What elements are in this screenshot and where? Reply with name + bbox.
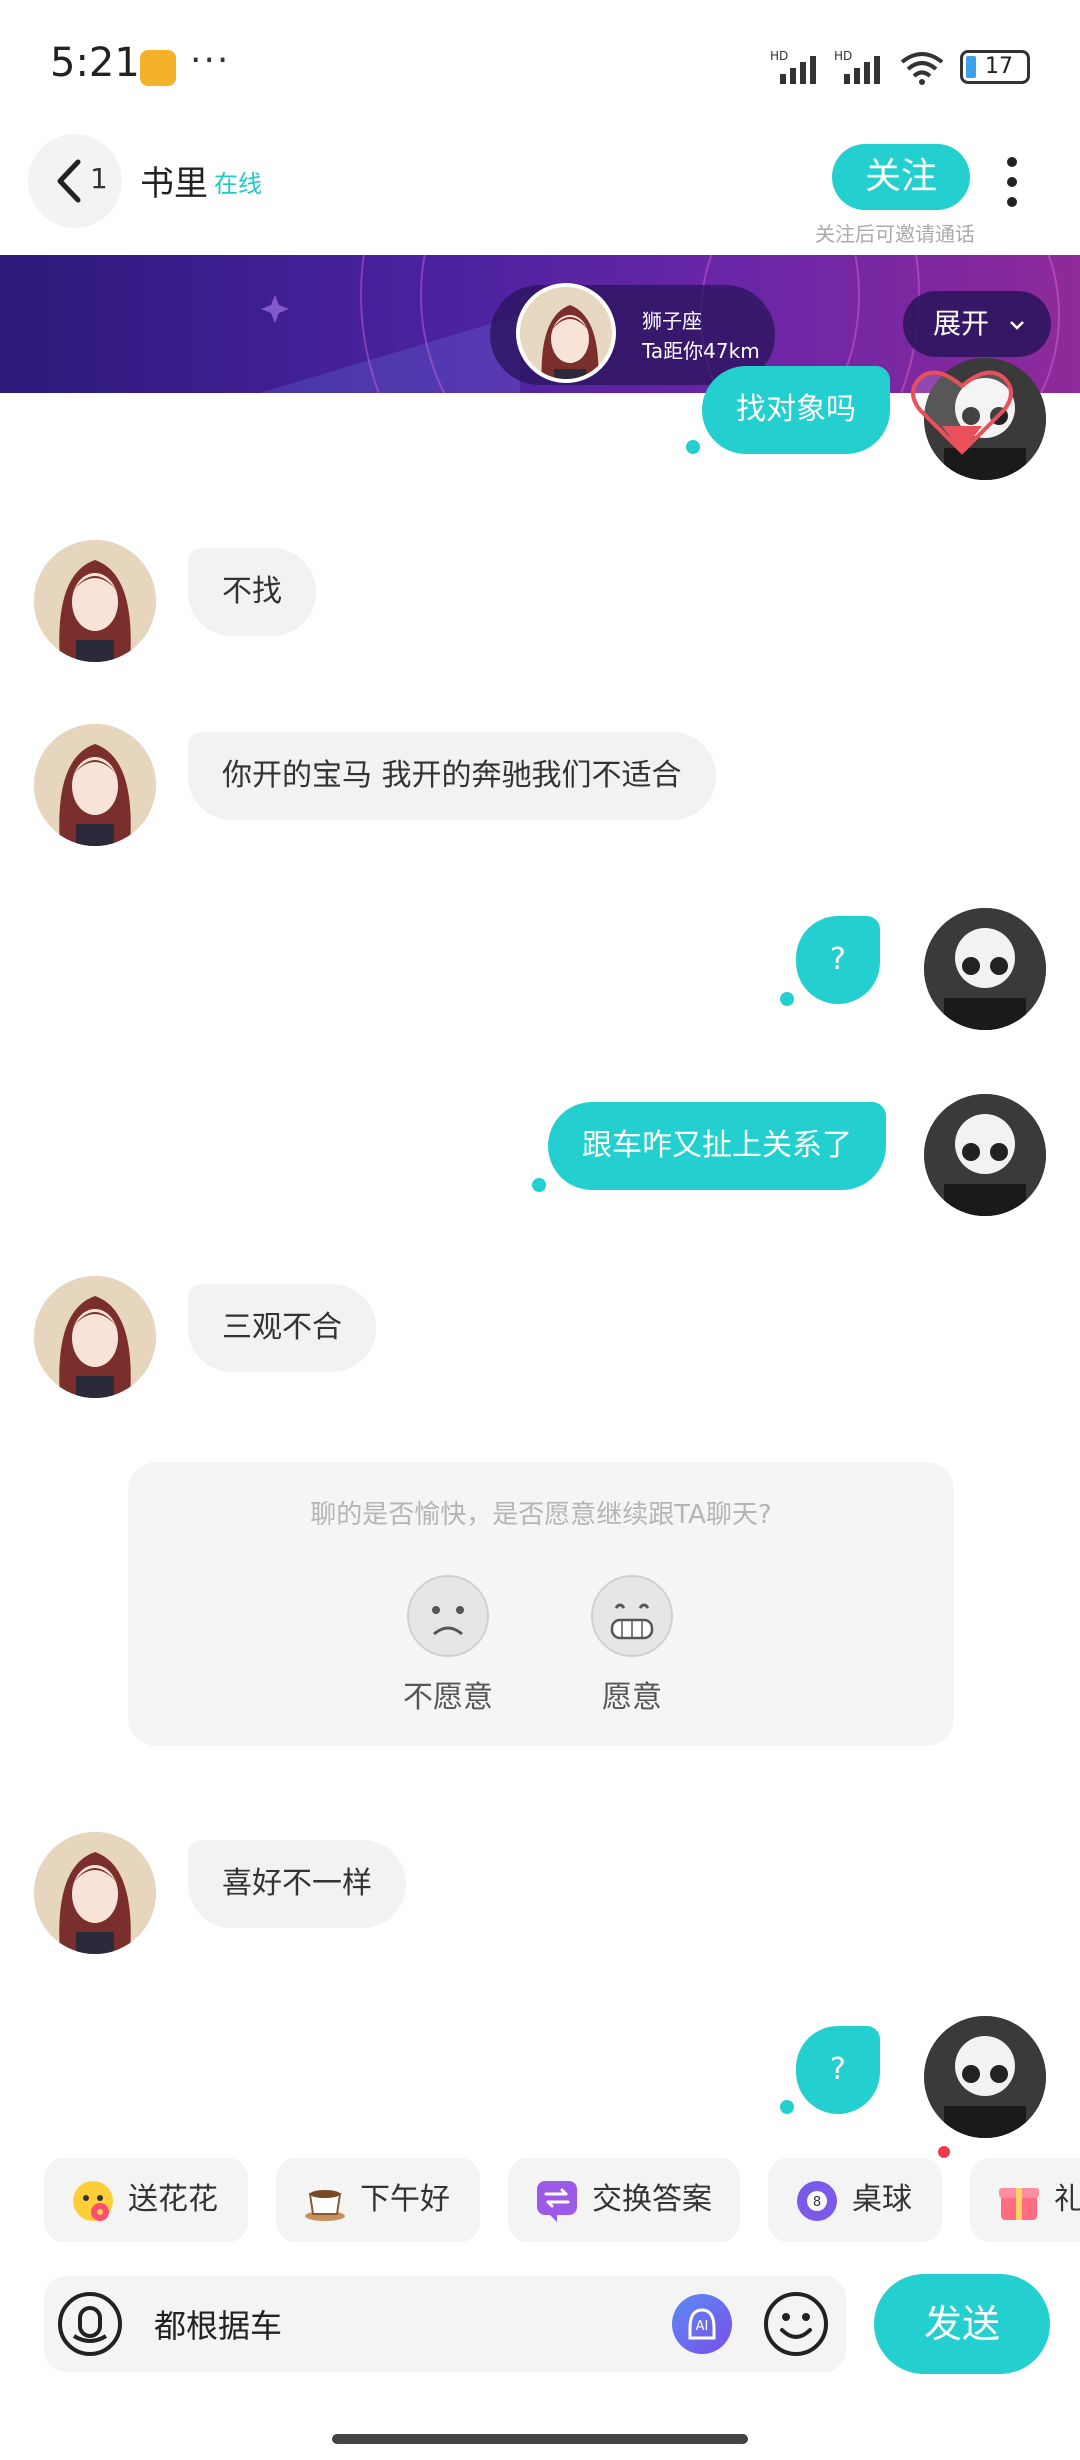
unread-count: 1 <box>90 162 108 195</box>
my-avatar[interactable] <box>924 1094 1046 1216</box>
message-bubble-outgoing[interactable]: 跟车咋又扯上关系了 <box>548 1102 886 1190</box>
ai-assistant-button[interactable]: AI <box>672 2294 732 2354</box>
quick-reply-label: 交换答案 <box>592 2182 712 2217</box>
contact-avatar[interactable] <box>34 540 156 662</box>
option-willing[interactable]: 愿意 <box>572 1672 692 1716</box>
my-avatar[interactable] <box>924 2016 1046 2138</box>
contact-name: 书里 <box>140 164 208 204</box>
exchange-icon <box>537 2181 577 2222</box>
message-bubble-incoming[interactable]: 你开的宝马 我开的奔驰我们不适合 <box>188 732 716 820</box>
message-bubble-incoming[interactable]: 喜好不一样 <box>188 1840 406 1928</box>
quick-reply-chip[interactable]: 送花花 <box>44 2158 248 2242</box>
quick-reply-chip[interactable]: 下午好 <box>276 2158 480 2242</box>
read-indicator <box>532 1178 546 1192</box>
option-unwilling[interactable]: 不愿意 <box>388 1672 508 1716</box>
quick-reply-label: 下午好 <box>360 2182 450 2217</box>
distance-label: Ta距你47km <box>642 339 760 363</box>
svg-text:HD: HD <box>770 49 788 63</box>
svg-text:HD: HD <box>834 49 852 63</box>
read-indicator <box>780 2100 794 2114</box>
svg-text:8: 8 <box>813 2195 821 2210</box>
contact-avatar[interactable] <box>34 1276 156 1398</box>
message-bubble-outgoing[interactable]: ? <box>796 2026 880 2114</box>
status-time: 5:21 <box>50 40 140 86</box>
gift-icon <box>999 2188 1039 2220</box>
flower-emoji-icon <box>73 2181 113 2221</box>
expand-label: 展开 <box>933 307 990 340</box>
unread-dot <box>938 2146 950 2158</box>
message-bubble-outgoing[interactable]: ? <box>796 916 880 1004</box>
home-indicator[interactable] <box>332 2434 748 2444</box>
battery-icon: 17 <box>960 50 1030 84</box>
feedback-question: 聊的是否愉快，是否愿意继续跟TA聊天? <box>310 1500 772 1530</box>
message-bubble-outgoing[interactable]: 找对象吗 <box>702 366 890 454</box>
quick-reply-label: 桌球 <box>852 2182 912 2217</box>
quick-reply-label: 礼 <box>1054 2182 1080 2217</box>
contact-avatar[interactable] <box>34 724 156 846</box>
quick-reply-chip[interactable]: 8 桌球 <box>768 2158 942 2242</box>
follow-hint: 关注后可邀请通话 <box>815 222 975 246</box>
online-status: 在线 <box>214 170 262 198</box>
wifi-icon <box>900 52 944 85</box>
quick-reply-chip[interactable]: 交换答案 <box>508 2158 740 2242</box>
contact-avatar[interactable] <box>516 283 616 383</box>
message-input-bar: AI <box>44 2276 846 2372</box>
coffee-icon <box>305 2190 345 2221</box>
zodiac-label: 狮子座 <box>642 309 702 333</box>
more-notifications-icon: ··· <box>190 40 231 81</box>
chat-header: 1 书里 在线 关注 关注后可邀请通话 <box>0 130 1080 255</box>
my-avatar[interactable] <box>924 908 1046 1030</box>
send-button[interactable]: 发送 <box>874 2274 1050 2374</box>
message-bubble-incoming[interactable]: 不找 <box>188 548 316 636</box>
chevron-down-icon <box>1010 321 1024 330</box>
expand-button[interactable]: 展开 <box>903 291 1051 357</box>
notification-app-icon <box>140 50 176 86</box>
message-bubble-incoming[interactable]: 三观不合 <box>188 1284 376 1372</box>
voice-input-icon[interactable] <box>56 2290 124 2358</box>
emoji-icon[interactable] <box>762 2290 830 2358</box>
read-indicator <box>686 440 700 454</box>
back-button[interactable]: 1 <box>28 134 122 228</box>
ai-icon: AI <box>688 2308 716 2340</box>
quick-reply-chip[interactable]: 礼 <box>970 2158 1080 2242</box>
signal-icon: HD <box>770 49 816 84</box>
signal-icon: HD <box>834 49 880 84</box>
svg-text:AI: AI <box>696 2319 709 2334</box>
status-bar: 5:21 ··· HD HD 17 <box>0 0 1080 130</box>
quick-reply-label: 送花花 <box>128 2182 218 2217</box>
follow-button[interactable]: 关注 <box>832 144 970 210</box>
sad-face-icon[interactable] <box>406 1574 490 1658</box>
quick-reply-bar: 送花花 下午好 交换答案 8 桌球 礼 <box>0 2158 1080 2242</box>
contact-avatar[interactable] <box>34 1832 156 1954</box>
read-indicator <box>780 992 794 1006</box>
billiard-ball-icon: 8 <box>797 2181 837 2221</box>
grin-face-icon[interactable] <box>590 1574 674 1658</box>
message-input[interactable] <box>154 2276 704 2372</box>
more-options-icon[interactable] <box>1000 152 1024 212</box>
chat-feedback-card: 聊的是否愉快，是否愿意继续跟TA聊天? 不愿意 愿意 <box>128 1462 954 1746</box>
heart-badge-icon <box>911 370 1013 455</box>
